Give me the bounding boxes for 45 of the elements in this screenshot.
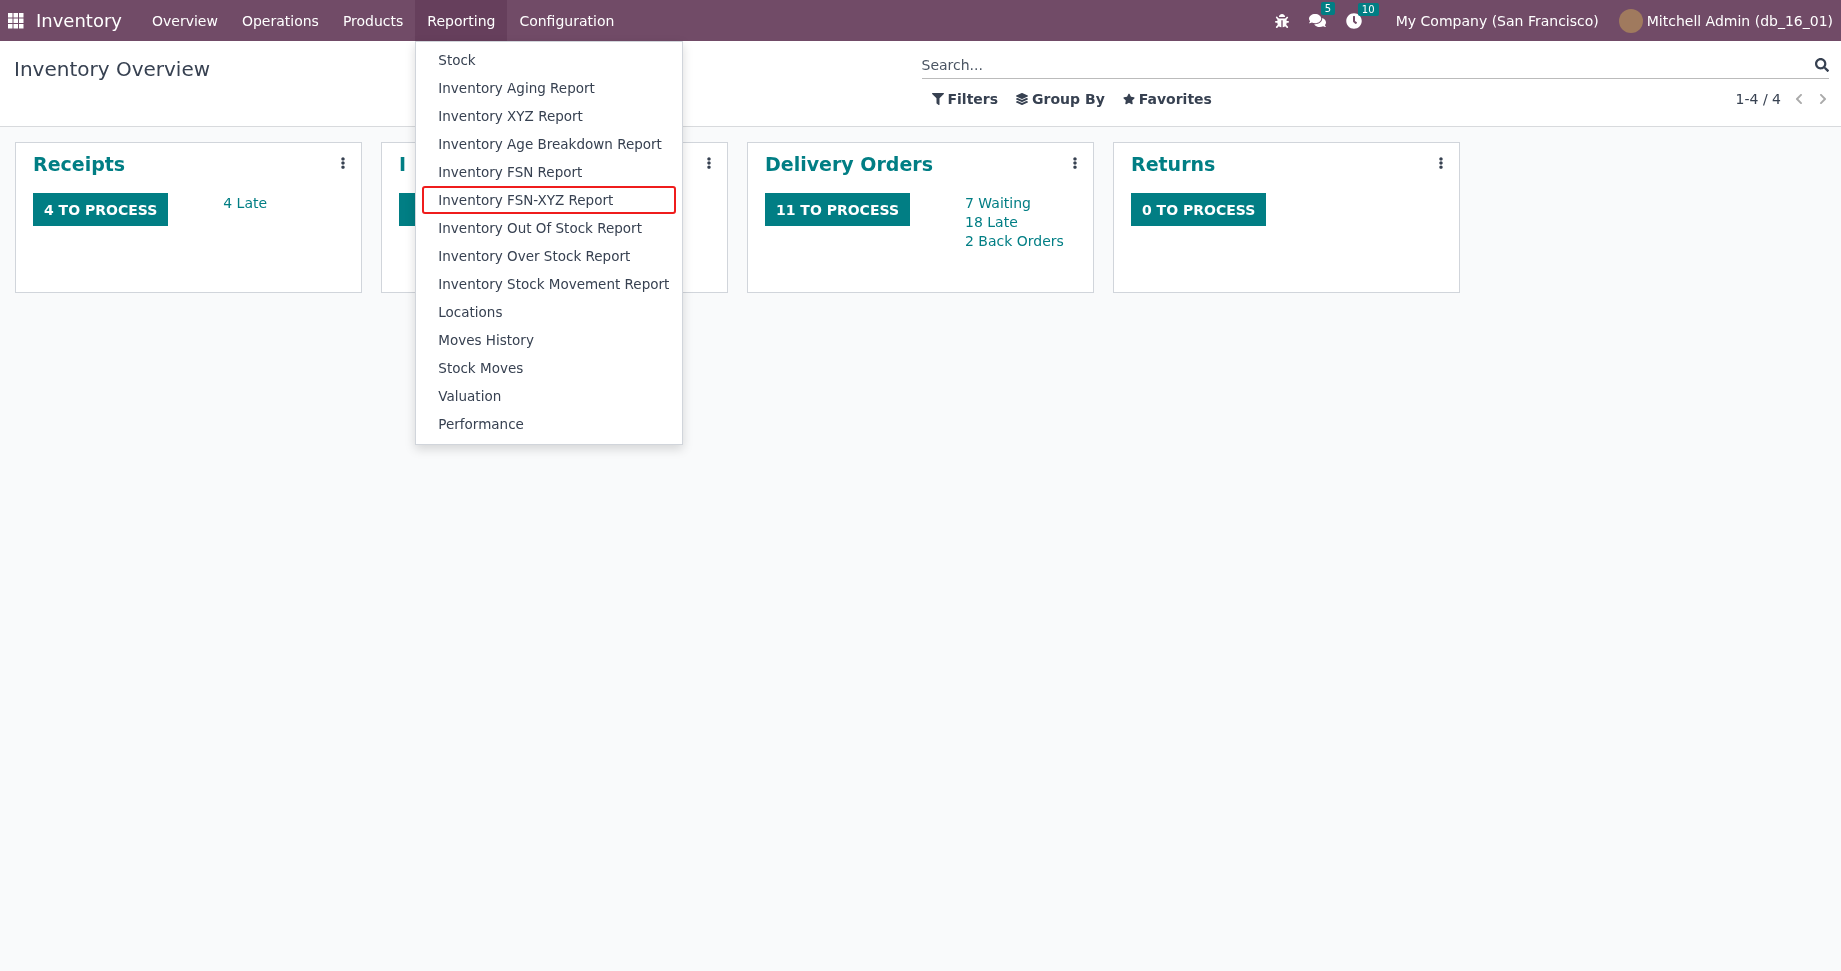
search-field[interactable]: Search... xyxy=(921,51,1815,78)
dropdown-item[interactable]: Locations xyxy=(422,298,677,326)
dropdown-item[interactable]: Inventory XYZ Report xyxy=(422,102,677,130)
dropdown-item[interactable]: Inventory FSN-XYZ Report xyxy=(422,186,677,214)
status-link[interactable]: 18 Late xyxy=(965,214,1064,230)
dropdown-item[interactable]: Inventory FSN Report xyxy=(422,158,677,186)
search-icon[interactable] xyxy=(1815,57,1829,72)
dropdown-item[interactable]: Moves History xyxy=(422,326,677,354)
user-menu[interactable]: Mitchell Admin (db_16_01) xyxy=(1646,12,1833,29)
menu-item[interactable]: Configuration xyxy=(507,0,627,41)
layers-icon xyxy=(1016,93,1029,105)
dropdown-item[interactable]: Inventory Over Stock Report xyxy=(422,242,677,270)
pager-value[interactable]: 1-4 / 4 xyxy=(1735,91,1781,107)
menu-item[interactable]: Reporting xyxy=(415,0,508,41)
menu-item[interactable]: Operations xyxy=(229,0,331,41)
star-icon xyxy=(1122,93,1135,105)
process-button[interactable]: 4 TO PROCESS xyxy=(33,193,169,226)
app-grid-icon[interactable] xyxy=(8,12,24,29)
status-link[interactable]: 2 Back Orders xyxy=(965,233,1064,249)
filter-button[interactable]: Filters xyxy=(931,91,999,107)
dropdown-item[interactable]: Performance xyxy=(422,410,677,438)
dropdown-item[interactable]: Stock xyxy=(422,46,677,74)
process-button[interactable]: 11 TO PROCESS xyxy=(765,193,910,226)
filter-button[interactable]: Favorites xyxy=(1122,91,1212,107)
status-link[interactable]: 7 Waiting xyxy=(965,195,1064,211)
dropdown-item[interactable]: Inventory Age Breakdown Report xyxy=(422,130,677,158)
clock-icon[interactable] xyxy=(1345,12,1362,29)
dropdown-item[interactable]: Inventory Stock Movement Report xyxy=(422,270,677,298)
bug-icon[interactable] xyxy=(1274,13,1289,28)
process-button[interactable]: 0 TO PROCESS xyxy=(1131,193,1267,226)
status-link[interactable]: 4 Late xyxy=(223,195,268,211)
company-switcher[interactable]: My Company (San Francisco) xyxy=(1395,12,1599,29)
dropdown-item[interactable]: Inventory Aging Report xyxy=(422,74,677,102)
filter-icon xyxy=(931,93,944,105)
message-count: 5 xyxy=(1320,2,1336,15)
dropdown-item[interactable]: Stock Moves xyxy=(422,354,677,382)
dropdown-item[interactable]: Valuation xyxy=(422,382,677,410)
app-name[interactable]: Inventory xyxy=(36,10,122,31)
activity-count: 10 xyxy=(1357,2,1379,16)
page-title: Inventory Overview xyxy=(14,56,211,81)
filter-button[interactable]: Group By xyxy=(1016,91,1105,107)
chat-icon[interactable] xyxy=(1308,12,1326,29)
menu-item[interactable]: Overview xyxy=(140,0,230,41)
dropdown-item[interactable]: Inventory Out Of Stock Report xyxy=(422,214,677,242)
menu-item[interactable]: Products xyxy=(330,0,416,41)
